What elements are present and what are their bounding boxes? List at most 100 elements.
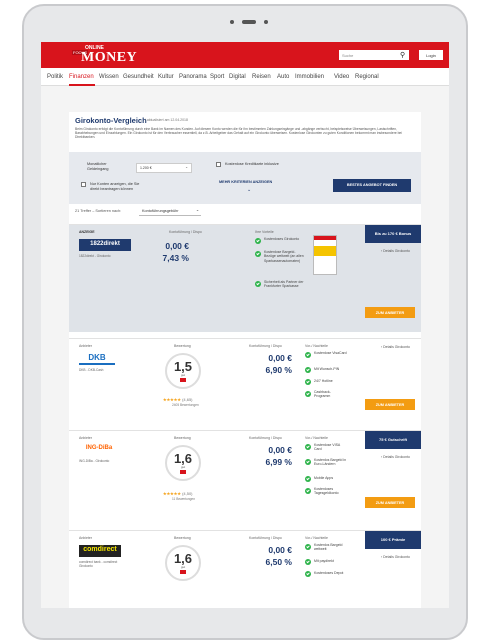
rating-header: Bewertung [174,436,191,440]
rating-header: Bewertung [174,536,191,540]
to-provider-button[interactable]: ZUM ANBIETER [365,307,415,318]
grade-value: 1,6 [173,551,193,566]
test-seal-image [313,235,337,275]
login-button[interactable]: Login [419,50,443,60]
site-header: FOCUS ONLINE MONEY Suche ⚲ Login [41,42,449,68]
local-checkbox[interactable] [81,182,86,187]
free-card-checkbox[interactable] [216,162,221,167]
check-icon [305,459,311,465]
to-provider-button[interactable]: ZUM ANBIETER [365,497,415,508]
search-input[interactable]: Suche [339,50,409,60]
check-icon [255,251,261,257]
check-icon [305,391,311,397]
rating-score: (4,65) [182,397,193,402]
income-select[interactable]: 1.200 € ⌄ [136,163,192,173]
feature-item[interactable]: 24/7 Hotline [314,379,333,383]
feature-item[interactable]: Cashback-Programm [314,390,342,399]
advantages-header: Ihre Vorteile [255,230,274,234]
details-link[interactable]: › Details Girokonto [381,249,410,253]
bonus-badge: 75 € Gutschrift [365,431,421,449]
to-provider-button[interactable]: ZUM ANBIETER [365,399,415,410]
check-icon [305,444,311,450]
chevron-down-icon: ⌄ [185,165,188,169]
pros-header: Vor-/ Nachteile [305,344,328,348]
check-icon [305,476,311,482]
fee-column-header: Kontoführung / Dispo [169,230,202,234]
nav-item-panorama[interactable]: Panorama [179,74,207,80]
results-count: 21 Treffer – Sortieren nach: [75,209,122,213]
nav-item-gesundheit[interactable]: Gesundheit [123,74,154,80]
nav-item-kultur[interactable]: Kultur [158,74,174,80]
check-icon [305,367,311,373]
provider-header: Anbieter [79,436,93,440]
nav-item-auto[interactable]: Auto [277,74,289,80]
check-icon [305,544,311,550]
review-count[interactable]: 11 Bewertungen [172,497,195,501]
more-filter-link[interactable]: MEHR KRITERIEN ANZEIGEN [219,180,272,184]
feature-item[interactable]: Mit Wunsch-PIN [314,367,339,371]
check-icon [305,379,311,385]
nav-item-wissen[interactable]: Wissen [99,74,119,80]
best-offer-button[interactable]: BESTES ANGEBOT FINDEN [333,179,411,192]
bank-logo[interactable]: ING-DiBa [79,445,119,457]
bank-logo[interactable]: comdirect [79,545,121,557]
nav-item-finanzen[interactable]: Finanzen [69,74,94,80]
sort-select[interactable]: Kontoführungsgebühr ⌄ [139,207,201,216]
search-icon[interactable]: ⚲ [400,51,405,59]
check-icon [305,571,311,577]
site-logo[interactable]: MONEY [81,50,137,66]
details-link[interactable]: › Details Girokonto [381,555,410,559]
dispo-value: 6,99 % [265,457,292,467]
details-link[interactable]: › Details Girokonto [381,455,410,459]
product-name: comdirect bank - comdirect Girokonto [79,560,118,568]
nav-item-video[interactable]: Video [334,74,349,80]
stars-icon: ★★★★★ [163,397,181,402]
free-card-label: Kostenlose Kreditkarte inklusive [225,162,279,166]
flag-icon [180,570,186,574]
fee-value: 0,00 € [268,445,292,455]
provider-header: Anbieter [79,344,93,348]
filter-panel: Monatlicher Geldeingang 1.200 € ⌄ Kosten… [69,152,421,204]
nav-item-politik[interactable]: Politik [47,74,63,80]
dispo-value: 6,90 % [265,365,292,375]
details-link[interactable]: › Details Girokonto [381,345,410,349]
fee-value: 0,00 € [268,545,292,555]
bank-logo[interactable]: DKB [79,353,115,365]
browser-screen: FOCUS ONLINE MONEY Suche ⚲ Login Politik… [41,42,449,608]
rating-seal: 1,6 gut [165,445,201,481]
intro-text: Beim Girokonto erfolgt die Kontoführung … [75,127,402,140]
nav-item-sport[interactable]: Sport [210,74,224,80]
fee-value: 0,00 € [268,353,292,363]
star-rating: ★★★★★ (4,50) [163,491,193,496]
page-title: Girokonto-Vergleich [75,116,147,125]
nav-item-regional[interactable]: Regional [355,74,379,80]
feature-item[interactable]: Kostenloses Depot [314,571,343,575]
income-value: 1.200 € [140,166,152,170]
provider-header: Anbieter [79,536,93,540]
bonus-badge: Bis zu 170 € Bonus [365,225,421,243]
comparison-panel: Girokonto-Vergleich | aktualisiert am 12… [69,112,421,608]
rating-seal: 1,6 gut [165,545,201,581]
pros-header: Vor-/ Nachteile [305,536,328,540]
flag-icon [180,470,186,474]
dispo-value: 6,50 % [265,557,292,567]
nav-item-immobilien[interactable]: Immobilien [295,74,324,80]
feature-item: Kostenlose Bargeld-Bezüge weltweit (an a… [264,250,304,263]
flag-icon [180,378,186,382]
product-name: DKB - DKB-Cash [79,368,104,372]
grade-word: gut [180,373,186,377]
feature-item[interactable]: Mit paydirekt [314,559,334,563]
tablet-frame: FOCUS ONLINE MONEY Suche ⚲ Login Politik… [22,4,468,640]
fee-column-header: Kontoführung / Dispo [249,436,282,440]
review-count[interactable]: 2405 Bewertungen [172,403,199,407]
nav-item-digital[interactable]: Digital [229,74,246,80]
feature-item[interactable]: Mobile Apps [314,476,333,480]
bank-logo[interactable]: 1822direkt [79,239,131,251]
updated-date: | aktualisiert am 12.04.2018 [145,118,188,122]
product-name: 1822direkt - Girokonto [79,254,111,258]
nav-item-reisen[interactable]: Reisen [252,74,271,80]
check-icon [255,238,261,244]
feature-item: Kostenlos Bargeld weltweit [314,543,343,552]
chevron-down-icon[interactable]: ⌄ [247,187,251,193]
check-icon [255,281,261,287]
